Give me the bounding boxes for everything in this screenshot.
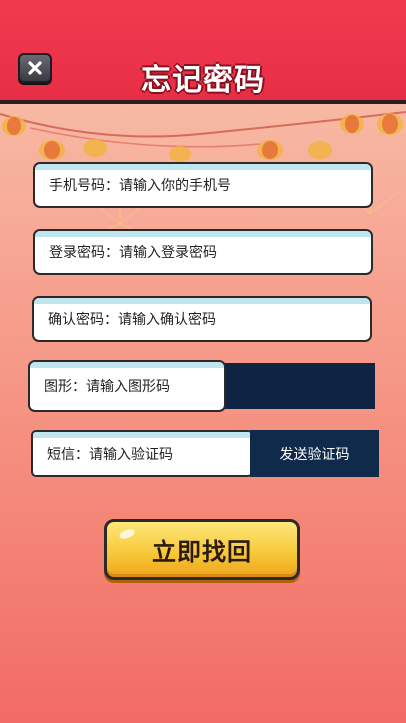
confirm-password-field-text: 确认密码：请输入确认密码 — [48, 312, 216, 328]
sms-code-field[interactable]: 短信：请输入验证码 — [31, 430, 253, 477]
submit-button[interactable]: 立即找回 — [104, 519, 300, 580]
captcha-field[interactable]: 图形：请输入图形码 — [28, 360, 226, 412]
captcha-field-text: 图形：请输入图形码 — [44, 379, 170, 395]
sms-code-field-text: 短信：请输入验证码 — [47, 446, 173, 463]
phone-field[interactable]: 手机号码：请输入你的手机号 — [33, 162, 373, 208]
page-title: 忘记密码 — [141, 63, 265, 98]
confirm-password-field[interactable]: 确认密码：请输入确认密码 — [32, 296, 372, 342]
password-field-text: 登录密码：请输入登录密码 — [49, 245, 217, 261]
password-field[interactable]: 登录密码：请输入登录密码 — [33, 229, 373, 275]
send-code-button[interactable]: 发送验证码 — [250, 430, 379, 477]
captcha-image[interactable] — [224, 363, 375, 409]
phone-field-text: 手机号码：请输入你的手机号 — [49, 178, 231, 194]
